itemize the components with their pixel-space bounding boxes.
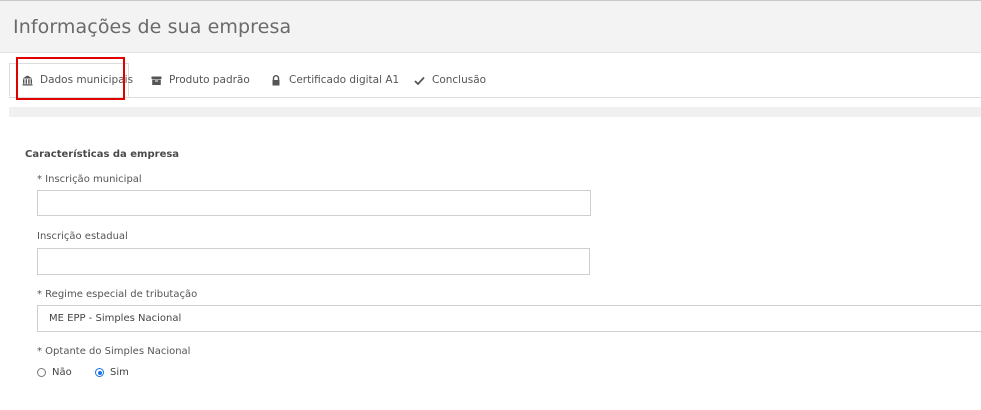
inscricao-estadual-label: Inscrição estadual [37, 231, 128, 242]
check-icon [413, 74, 425, 86]
tab-label: Certificado digital A1 [289, 74, 400, 86]
bank-icon [22, 74, 33, 86]
inscricao-estadual-input[interactable] [37, 248, 590, 275]
tab-label: Produto padrão [169, 74, 250, 86]
radio-sim[interactable]: Sim [95, 367, 129, 378]
section-title: Características da empresa [25, 149, 180, 160]
optante-label: * Optante do Simples Nacional [37, 346, 191, 357]
tab-conclusao[interactable]: Conclusão [413, 63, 486, 97]
radio-nao-circle[interactable] [37, 368, 46, 377]
lock-icon [270, 74, 282, 86]
page-header: Informações de sua empresa [0, 1, 981, 53]
regime-label: * Regime especial de tributação [37, 289, 198, 300]
radio-sim-label: Sim [110, 367, 129, 378]
box-icon [150, 74, 162, 86]
tab-dados-municipais[interactable]: Dados municipais [9, 63, 133, 97]
page-title: Informações de sua empresa [13, 16, 292, 38]
radio-sim-circle[interactable] [95, 368, 104, 377]
inscricao-municipal-input[interactable] [37, 190, 591, 216]
tab-bar: Dados municipais Produto padrão Certific… [9, 63, 981, 98]
tab-label: Conclusão [432, 74, 487, 86]
tab-produto-padrao[interactable]: Produto padrão [150, 63, 250, 97]
radio-nao[interactable]: Não [37, 367, 72, 378]
regime-selected-value: ME EPP - Simples Nacional [49, 313, 182, 324]
inscricao-municipal-label: * Inscrição municipal [37, 174, 142, 185]
tab-certificado-digital[interactable]: Certificado digital A1 [270, 63, 399, 97]
tab-label: Dados municipais [40, 74, 134, 86]
content-separator [9, 107, 981, 117]
regime-select[interactable]: ME EPP - Simples Nacional [37, 305, 981, 332]
radio-nao-label: Não [52, 367, 72, 378]
